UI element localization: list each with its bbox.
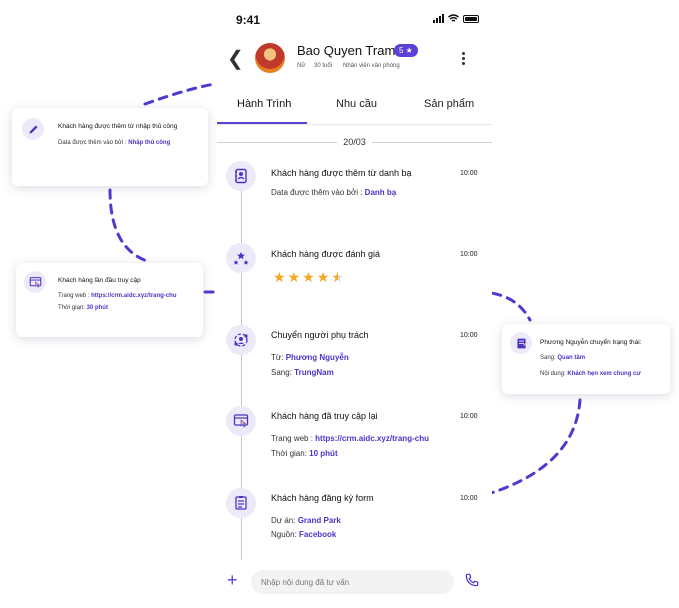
web-click-icon <box>226 406 256 436</box>
note-input[interactable] <box>251 570 454 594</box>
status-time: 9:41 <box>236 13 261 27</box>
first-visit-card: Khách hàng lần đầu truy cập Trang web : … <box>16 263 203 337</box>
battery-icon <box>463 14 479 23</box>
form-icon <box>226 488 256 518</box>
status-change-card: Phương Nguyễn chuyển trạng thái: Sang: Q… <box>502 324 670 394</box>
card-detail: Data được thêm vào bởi : Nhập thủ công <box>58 140 171 146</box>
event-time: 10:00 <box>460 170 478 177</box>
event-detail: Từ: Phương Nguyễn <box>271 353 349 362</box>
rating-stars-icon <box>226 243 256 273</box>
detail-value[interactable]: Grand Park <box>298 516 341 525</box>
transfer-person-icon <box>226 325 256 355</box>
star-icon: ★ <box>302 269 315 285</box>
event-detail: Sang: TrungNam <box>271 368 334 377</box>
detail-value[interactable]: Facebook <box>299 530 336 539</box>
card-title: Khách hàng lần đầu truy cập <box>58 277 141 284</box>
detail-value[interactable]: Khách hẹn xem chung cư <box>567 371 640 377</box>
back-button[interactable]: ❮ <box>227 49 244 69</box>
event-detail: Data được thêm vào bởi : Danh bạ <box>271 188 397 197</box>
detail-value: 10 phút <box>309 449 338 458</box>
detail-value[interactable]: Quan tâm <box>557 355 585 361</box>
star-half-icon: ★ <box>331 269 344 285</box>
notebook-icon <box>510 332 532 354</box>
star-rating: ★ ★ ★ ★ ★ <box>273 270 344 284</box>
date-separator: 20/03 <box>217 137 492 147</box>
tab-hanh-trinh[interactable]: Hành Trình <box>237 98 291 110</box>
address-book-icon <box>226 161 256 191</box>
tab-nhu-cau[interactable]: Nhu cầu <box>336 98 377 110</box>
detail-link[interactable]: https://crm.aidc.xyz/trang-chu <box>315 434 429 443</box>
add-button[interactable]: + <box>227 570 238 591</box>
event-time: 10:00 <box>460 332 478 339</box>
card-title: Khách hàng được thêm từ nhập thủ công <box>58 123 178 130</box>
event-title: Khách hàng đăng ký form <box>271 493 374 503</box>
phone-screen: 9:41 ❮ Bao Quyen Tram 5 ★ Nữ 30 tuổi Nhâ… <box>217 0 492 608</box>
occupation-label: Nhân viên văn phòng <box>343 63 400 69</box>
event-title: Khách hàng được đánh giá <box>271 249 381 259</box>
active-tab-indicator <box>217 122 307 124</box>
phone-call-icon[interactable] <box>465 573 479 587</box>
star-icon: ★ <box>287 269 301 285</box>
card-detail: Nội dung: Khách hẹn xem chung cư <box>540 371 641 377</box>
event-detail: Dự án: Grand Park <box>271 516 341 525</box>
contact-name: Bao Quyen Tram <box>297 43 396 58</box>
event-title: Khách hàng được thêm từ danh bạ <box>271 168 412 178</box>
event-time: 10:00 <box>460 251 478 258</box>
manual-add-card: Khách hàng được thêm từ nhập thủ công Da… <box>12 108 208 186</box>
detail-value[interactable]: Danh bạ <box>365 188 397 197</box>
event-title: Chuyển người phụ trách <box>271 330 369 340</box>
card-detail: Thời gian: 30 phút <box>58 305 108 311</box>
rating-badge: 5 ★ <box>394 44 418 57</box>
age-label: 30 tuổi <box>314 63 333 69</box>
signal-icon <box>433 14 444 23</box>
pencil-icon <box>22 118 44 140</box>
wifi-icon <box>448 14 459 22</box>
detail-value[interactable]: TrungNam <box>294 368 334 377</box>
more-options-icon[interactable] <box>462 52 466 65</box>
detail-value[interactable]: Nhập thủ công <box>128 140 170 146</box>
star-icon: ★ <box>273 269 286 285</box>
web-click-icon <box>24 271 46 293</box>
detail-value[interactable]: Phương Nguyễn <box>286 353 349 362</box>
event-time: 10:00 <box>460 495 478 502</box>
event-title: Khách hàng đã truy cập lại <box>271 411 378 421</box>
event-detail: Nguồn: Facebook <box>271 530 337 539</box>
detail-link[interactable]: https://crm.aidc.xyz/trang-chu <box>91 293 176 299</box>
card-detail: Trang web : https://crm.aidc.xyz/trang-c… <box>58 293 177 299</box>
event-time: 10:00 <box>460 413 478 420</box>
tab-divider <box>217 124 492 125</box>
detail-value: 30 phút <box>86 305 108 311</box>
composer-bar: + <box>217 566 492 596</box>
tab-san-pham[interactable]: Sản phẩm <box>424 98 474 110</box>
card-detail: Sang: Quan tâm <box>540 355 586 361</box>
card-title: Phương Nguyễn chuyển trạng thái: <box>540 339 642 346</box>
date-label: 20/03 <box>343 137 366 147</box>
status-icons <box>433 14 479 23</box>
star-icon: ★ <box>316 269 330 285</box>
gender-label: Nữ <box>297 63 306 69</box>
event-detail: Trang web : https://crm.aidc.xyz/trang-c… <box>271 434 429 443</box>
avatar[interactable] <box>255 43 285 73</box>
event-detail: Thời gian: 10 phút <box>271 449 338 458</box>
